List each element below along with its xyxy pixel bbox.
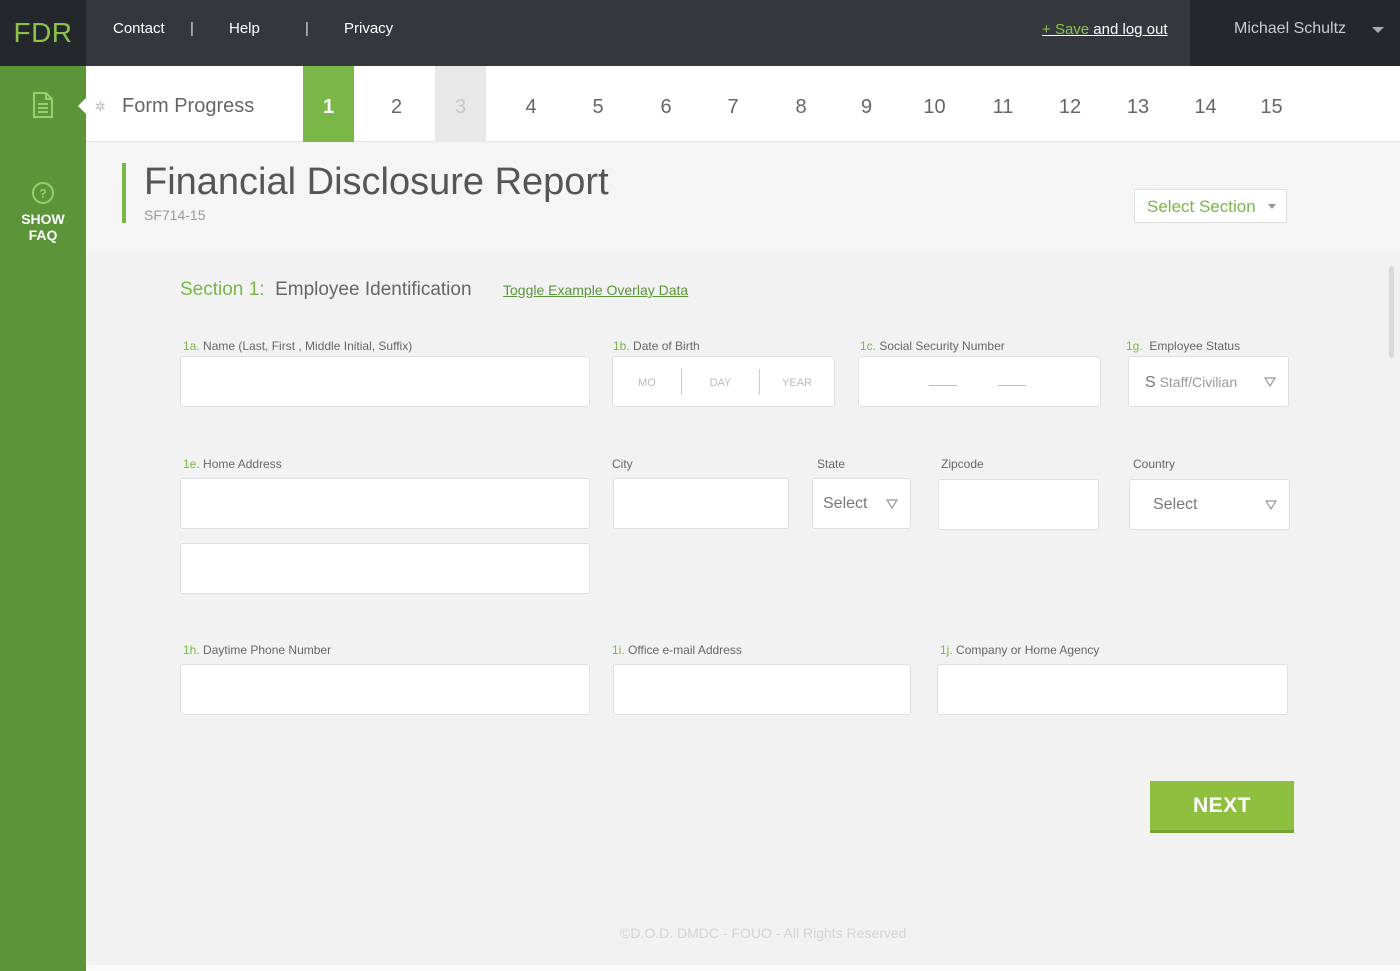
dob-year-input[interactable]: YEAR <box>760 357 834 407</box>
progress-step-13[interactable]: 13 <box>1103 66 1173 142</box>
chevron-down-icon[interactable] <box>1372 27 1384 33</box>
progress-step-10[interactable]: 10 <box>901 66 968 142</box>
app-logo[interactable]: FDR <box>0 0 86 66</box>
email-label: 1i. Office e-mail Address <box>612 643 742 657</box>
section-number: Section 1: <box>180 279 265 300</box>
sidebar: ? SHOW FAQ <box>0 66 86 971</box>
nav-help-link[interactable]: Help <box>229 0 260 66</box>
dob-month-input[interactable]: MO <box>613 357 681 407</box>
ssn-separator <box>998 385 1026 386</box>
progress-step-9[interactable]: 9 <box>835 66 898 142</box>
show-faq-button[interactable]: SHOW FAQ <box>0 211 86 243</box>
top-bar: FDR Contact | Help | Privacy + Save and … <box>0 0 1400 66</box>
progress-step-3: 3 <box>435 66 486 142</box>
nav-separator: | <box>305 20 309 37</box>
employee-status-label: 1g. Employee Status <box>1126 339 1241 353</box>
progress-step-8[interactable]: 8 <box>767 66 835 142</box>
progress-step-1[interactable]: 1 <box>303 66 354 142</box>
progress-step-5[interactable]: 5 <box>566 66 630 142</box>
next-button[interactable]: NEXT <box>1150 781 1294 833</box>
nav-contact-link[interactable]: Contact <box>113 0 165 66</box>
select-section-label: Select Section <box>1147 197 1256 216</box>
triangle-down-icon <box>1265 500 1277 510</box>
country-label: Country <box>1133 457 1176 471</box>
nav-separator: | <box>190 20 194 37</box>
user-menu[interactable]: Michael Schultz <box>1190 0 1400 66</box>
phone-input[interactable] <box>180 664 590 715</box>
progress-step-4[interactable]: 4 <box>499 66 563 142</box>
date-of-birth-field: MO DAY YEAR <box>612 356 835 407</box>
plus-icon: + <box>1042 21 1051 38</box>
ssn-separator <box>929 385 957 386</box>
ssn-label: 1c. Social Security Number <box>860 339 1005 353</box>
address-line1-input[interactable] <box>180 478 590 529</box>
bottom-strip <box>86 965 1400 971</box>
form-progress-bar: ✲ Form Progress 1 2 3 4 5 6 7 8 9 10 11 12 13 14 15 <box>86 66 1400 142</box>
logout-label: and log out <box>1089 21 1168 38</box>
address-line2-input[interactable] <box>180 543 590 594</box>
employee-status-select[interactable]: S Staff/Civilian <box>1128 356 1289 407</box>
save-label: Save <box>1054 21 1090 38</box>
faq-label-line1: SHOW <box>21 211 65 227</box>
triangle-down-icon <box>886 499 898 509</box>
state-select[interactable]: Select <box>812 478 911 529</box>
footer-copyright: ©D.O.D. DMDC - FOUO - All Rights Reserve… <box>620 925 907 941</box>
ssn-input[interactable] <box>858 356 1101 407</box>
name-label: 1a. Name (Last, First , Middle Initial, … <box>183 339 413 353</box>
agency-label: 1j. Company or Home Agency <box>940 643 1100 657</box>
country-select[interactable]: Select <box>1129 479 1290 530</box>
section-title: Employee Identification <box>275 279 472 300</box>
progress-step-2[interactable]: 2 <box>364 66 429 142</box>
zipcode-input[interactable] <box>938 479 1099 530</box>
select-section-dropdown[interactable]: Select Section <box>1134 189 1287 223</box>
form-code: SF714-15 <box>144 207 206 223</box>
phone-label: 1h. Daytime Phone Number <box>183 643 332 657</box>
country-select-value: Select <box>1153 496 1198 513</box>
home-address-label: 1e. Home Address <box>183 457 282 471</box>
state-select-value: Select <box>823 495 868 512</box>
section-heading: Section 1: Employee Identification <box>180 279 472 301</box>
nav-privacy-link[interactable]: Privacy <box>344 0 393 66</box>
progress-step-6[interactable]: 6 <box>633 66 699 142</box>
city-label: City <box>612 457 633 471</box>
document-icon[interactable] <box>32 92 54 123</box>
progress-step-12[interactable]: 12 <box>1037 66 1103 142</box>
save-and-logout-link[interactable]: + Save and log out <box>1042 21 1168 38</box>
progress-step-14[interactable]: 14 <box>1171 66 1240 142</box>
progress-step-11[interactable]: 11 <box>968 66 1038 142</box>
email-input[interactable] <box>613 664 911 715</box>
caret-down-icon <box>1268 204 1276 209</box>
page-header: Financial Disclosure Report SF714-15 Sel… <box>86 143 1400 251</box>
progress-step-15[interactable]: 15 <box>1238 66 1305 142</box>
dob-day-input[interactable]: DAY <box>682 357 759 407</box>
faq-label-line2: FAQ <box>28 227 58 243</box>
progress-step-7[interactable]: 7 <box>700 66 766 142</box>
user-name: Michael Schultz <box>1234 20 1347 37</box>
toggle-example-overlay-link[interactable]: Toggle Example Overlay Data <box>503 282 688 298</box>
status-text: Staff/Civilian <box>1159 374 1238 390</box>
triangle-down-icon <box>1264 377 1276 387</box>
agency-input[interactable] <box>937 664 1288 715</box>
city-input[interactable] <box>613 478 789 529</box>
name-input[interactable] <box>180 356 590 407</box>
zipcode-label: Zipcode <box>941 457 984 471</box>
page-title: Financial Disclosure Report <box>144 161 609 203</box>
help-icon[interactable]: ? <box>31 181 55 210</box>
form-progress-label: Form Progress <box>122 95 255 117</box>
scrollbar[interactable] <box>1389 266 1394 358</box>
title-accent-bar <box>122 163 126 223</box>
status-letter: S <box>1145 374 1156 391</box>
svg-text:?: ? <box>39 187 46 201</box>
gear-icon: ✲ <box>95 99 106 114</box>
sidebar-active-pointer <box>78 98 86 114</box>
dob-label: 1b. Date of Birth <box>613 339 700 353</box>
state-label: State <box>817 457 846 471</box>
